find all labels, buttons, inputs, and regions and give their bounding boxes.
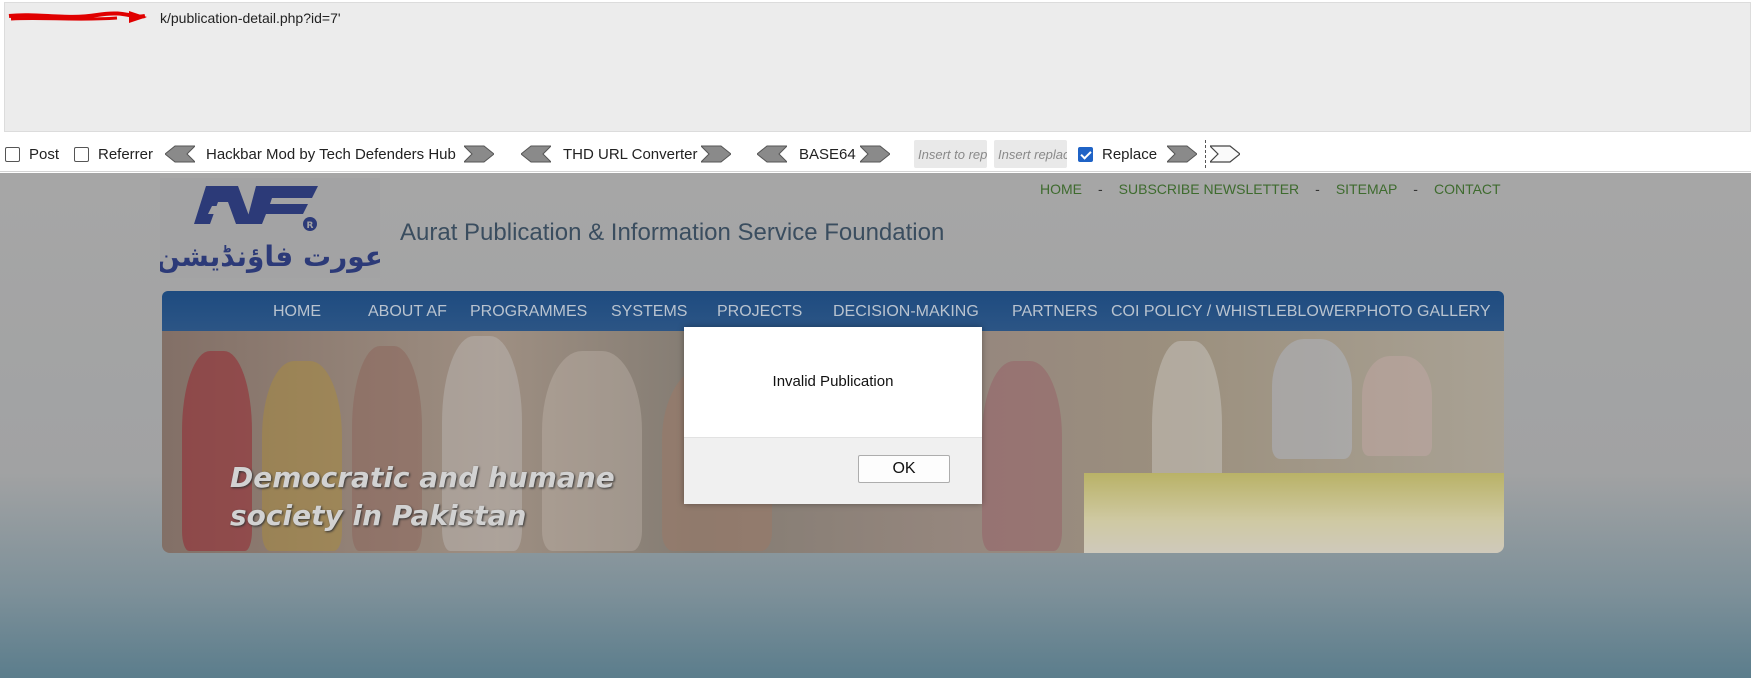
insert-to-replace-input[interactable]: Insert to rep [914, 140, 987, 168]
replace-checkbox[interactable] [1078, 146, 1093, 162]
referrer-option[interactable]: Referrer [74, 136, 153, 172]
arrow-right-icon [701, 145, 731, 163]
nav-decision-making[interactable]: DECISION-MAKING [833, 303, 979, 321]
nav-systems[interactable]: SYSTEMS [611, 303, 687, 321]
toolbar-more-arrow[interactable] [1210, 136, 1240, 172]
arrow-right-icon [860, 145, 890, 163]
post-label: Post [29, 145, 60, 163]
referrer-checkbox[interactable] [74, 146, 89, 162]
hackbar-title-button[interactable]: Hackbar Mod by Tech Defenders Hub [206, 136, 456, 172]
arrow-left-icon [521, 145, 551, 163]
ok-button[interactable]: OK [858, 455, 950, 483]
banner-table [1084, 473, 1504, 553]
post-option[interactable]: Post [5, 136, 59, 172]
base64-prev-arrow[interactable] [757, 136, 787, 172]
post-checkbox[interactable] [5, 146, 20, 162]
site-title: Aurat Publication & Information Service … [400, 219, 945, 246]
alert-dialog: Invalid Publication OK [684, 327, 982, 504]
redaction-scribble [8, 11, 147, 23]
hackbar-prev-arrow[interactable] [165, 136, 195, 172]
nav-partners[interactable]: PARTNERS [1012, 303, 1098, 321]
hackbar-title-label: Hackbar Mod by Tech Defenders Hub [206, 145, 456, 163]
nav-projects[interactable]: PROJECTS [717, 303, 802, 321]
banner-slogan: Democratic and humane society in Pakista… [230, 459, 615, 535]
url-converter-button[interactable]: THD URL Converter [563, 136, 697, 172]
arrow-left-icon [165, 145, 195, 163]
nav-coi-policy[interactable]: COI POLICY / WHISTLEBLOWER [1111, 303, 1356, 321]
hackbar-toolbar: Post Referrer Hackbar Mod by Tech Defend… [0, 136, 1751, 172]
logo-urdu-text: عورت فاؤنڈیشن [160, 240, 380, 273]
replace-label: Replace [1102, 145, 1158, 163]
nav-home[interactable]: HOME [273, 303, 321, 321]
toolbar-separator [1205, 140, 1206, 168]
banner-slogan-line2: society in Pakistan [230, 499, 527, 532]
banner-figure [1272, 339, 1352, 459]
top-nav-separator: - [1413, 181, 1418, 197]
replace-execute-arrow[interactable] [1167, 136, 1197, 172]
main-nav: HOME ABOUT AF PROGRAMMES SYSTEMS PROJECT… [162, 291, 1504, 331]
banner-figure [1362, 356, 1432, 456]
converter-next-arrow[interactable] [701, 136, 731, 172]
base64-next-arrow[interactable] [860, 136, 890, 172]
referrer-label: Referrer [98, 145, 154, 163]
base64-button[interactable]: BASE64 [799, 136, 856, 172]
top-nav-contact[interactable]: CONTACT [1434, 181, 1501, 197]
insert-replacement-input[interactable]: Insert replac [994, 140, 1067, 168]
aurat-foundation-logo[interactable]: R عورت فاؤنڈیشن [160, 178, 380, 278]
banner-slogan-line1: Democratic and humane [230, 461, 615, 494]
banner-figure [982, 361, 1062, 551]
nav-photo-gallery[interactable]: PHOTO GALLERY [1356, 303, 1491, 321]
converter-prev-arrow[interactable] [521, 136, 551, 172]
arrow-right-icon [1167, 145, 1197, 163]
svg-text:R: R [307, 221, 314, 231]
top-nav: HOME - SUBSCRIBE NEWSLETTER - SITEMAP - CONTAC… [1040, 181, 1501, 197]
nav-programmes[interactable]: PROGRAMMES [470, 303, 587, 321]
url-converter-label: THD URL Converter [563, 145, 698, 163]
alert-message: Invalid Publication [772, 373, 894, 390]
nav-about-af[interactable]: ABOUT AF [368, 303, 447, 321]
alert-footer: OK [684, 437, 982, 504]
top-nav-separator: - [1315, 181, 1320, 197]
url-textarea[interactable]: k/publication-detail.php?id=7' [4, 2, 1751, 132]
top-nav-separator: - [1098, 181, 1103, 197]
hackbar-next-arrow[interactable] [464, 136, 494, 172]
top-nav-subscribe[interactable]: SUBSCRIBE NEWSLETTER [1119, 181, 1299, 197]
url-text: k/publication-detail.php?id=7' [160, 10, 341, 26]
arrow-right-icon [464, 145, 494, 163]
arrow-left-icon [757, 145, 787, 163]
base64-label: BASE64 [799, 145, 856, 163]
top-nav-home[interactable]: HOME [1040, 181, 1082, 197]
top-nav-sitemap[interactable]: SITEMAP [1336, 181, 1397, 197]
arrow-right-outline-icon [1210, 145, 1240, 163]
replace-option[interactable]: Replace [1078, 136, 1157, 172]
